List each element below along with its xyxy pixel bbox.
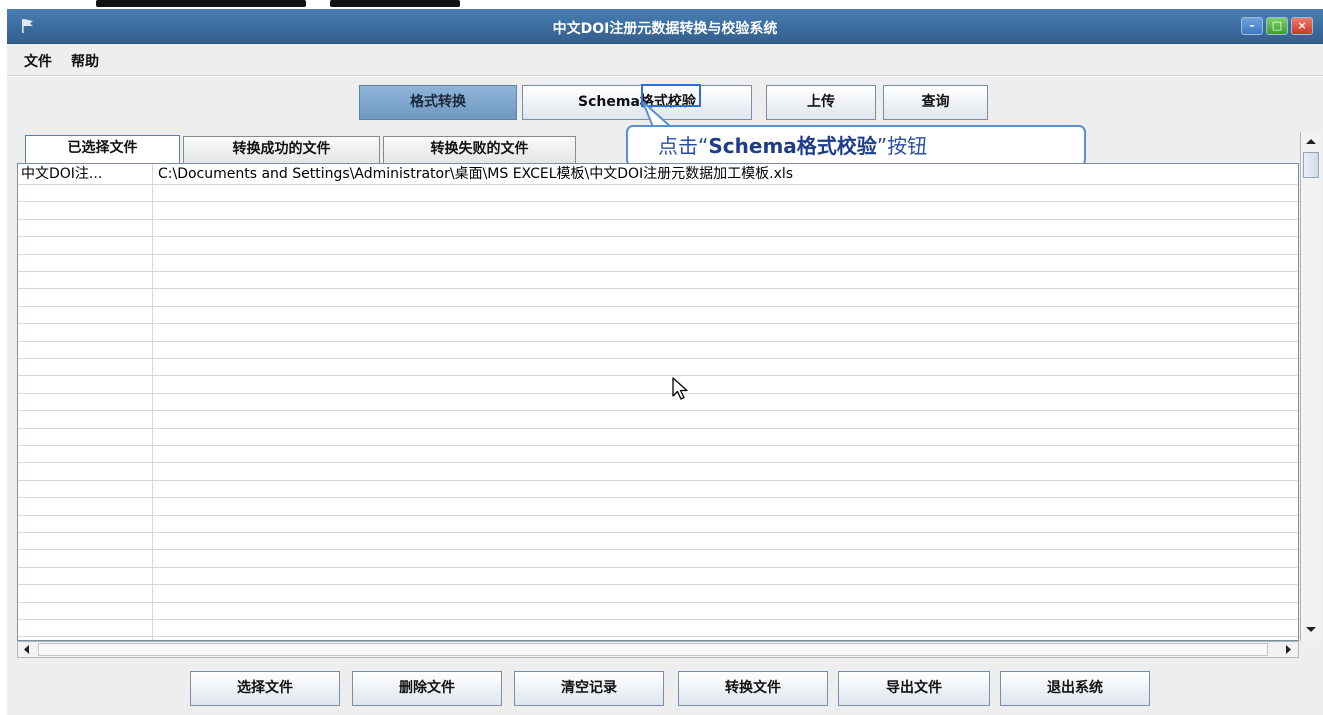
convert-file-button[interactable]: 转换文件 (678, 671, 828, 706)
grid-line (18, 428, 1298, 429)
grid-line (18, 462, 1298, 463)
instruction-callout: 点击“Schema格式校验”按钮 (626, 125, 1086, 167)
toolbar-separator (7, 76, 1323, 77)
mouse-pointer-icon (672, 377, 688, 400)
callout-close-quote: ” (876, 134, 888, 158)
cropped-header-strip (0, 0, 1323, 9)
menu-bar: 文件 帮助 (7, 44, 1323, 76)
window-title: 中文DOI注册元数据转换与校验系统 (552, 21, 778, 37)
window-body: 文件 帮助 格式转换 Schema格式校验 上传 查询 已选择文件 转换成功的文… (7, 44, 1323, 715)
tab-success-files[interactable]: 转换成功的文件 (183, 136, 380, 163)
grid-line (18, 480, 1298, 481)
callout-suffix: 按钮 (887, 134, 928, 158)
grid-line (18, 288, 1298, 289)
callout-prefix: 点击 (658, 134, 698, 158)
grid-line (18, 375, 1298, 376)
grid-line (18, 410, 1298, 411)
grid-line (18, 271, 1298, 272)
grid-line (18, 236, 1298, 237)
delete-file-button[interactable]: 删除文件 (352, 671, 502, 706)
horizontal-scrollbar[interactable] (17, 641, 1299, 658)
grid-line (18, 532, 1298, 533)
grid-line (18, 497, 1298, 498)
scroll-right-icon[interactable] (1281, 643, 1295, 656)
query-button[interactable]: 查询 (883, 85, 988, 120)
grid-line (18, 219, 1298, 220)
close-icon: × (1297, 19, 1307, 32)
minimize-icon: – (1249, 19, 1255, 32)
grid-line (18, 201, 1298, 202)
file-path-cell: C:\Documents and Settings\Administrator\… (158, 166, 794, 182)
title-bar: 中文DOI注册元数据转换与校验系统 – □ × (7, 9, 1323, 44)
tab-selected-files[interactable]: 已选择文件 (25, 135, 180, 163)
grid-line (18, 602, 1298, 603)
choose-file-button[interactable]: 选择文件 (190, 671, 340, 706)
grid-line (18, 584, 1298, 585)
grid-line (18, 619, 1298, 620)
callout-open-quote: “ (698, 134, 709, 158)
export-file-button[interactable]: 导出文件 (838, 671, 990, 706)
callout-highlight: Schema格式校验 (708, 134, 877, 158)
exit-system-button[interactable]: 退出系统 (1000, 671, 1150, 706)
tab-failed-files[interactable]: 转换失败的文件 (383, 136, 576, 163)
vertical-scroll-thumb[interactable] (1303, 152, 1319, 178)
menu-help[interactable]: 帮助 (71, 51, 99, 71)
vertical-scrollbar[interactable] (1300, 132, 1321, 641)
maximize-icon: □ (1271, 19, 1283, 32)
grid-line (18, 567, 1298, 568)
grid-line (18, 341, 1298, 342)
clear-records-button[interactable]: 清空记录 (514, 671, 664, 706)
scroll-down-icon[interactable] (1303, 621, 1319, 637)
grid-line (18, 254, 1298, 255)
grid-line (18, 323, 1298, 324)
grid-line (18, 636, 1298, 637)
format-convert-button[interactable]: 格式转换 (359, 85, 517, 120)
upload-button[interactable]: 上传 (766, 85, 876, 120)
close-button[interactable]: × (1291, 17, 1313, 35)
maximize-button[interactable]: □ (1266, 17, 1288, 35)
minimize-button[interactable]: – (1241, 17, 1263, 35)
grid-line (18, 306, 1298, 307)
schema-validate-button[interactable]: Schema格式校验 (522, 85, 752, 120)
scroll-left-icon[interactable] (20, 643, 34, 656)
grid-line (18, 445, 1298, 446)
scroll-up-icon[interactable] (1303, 134, 1319, 150)
horizontal-scroll-thumb[interactable] (38, 643, 1268, 656)
file-table[interactable]: 中文DOI注... C:\Documents and Settings\Admi… (17, 163, 1299, 641)
grid-line (18, 393, 1298, 394)
grid-line (18, 358, 1298, 359)
grid-line (18, 515, 1298, 516)
file-name-cell: 中文DOI注... (21, 166, 103, 182)
menu-file[interactable]: 文件 (24, 51, 52, 71)
grid-line (18, 184, 1298, 185)
grid-line (18, 549, 1298, 550)
